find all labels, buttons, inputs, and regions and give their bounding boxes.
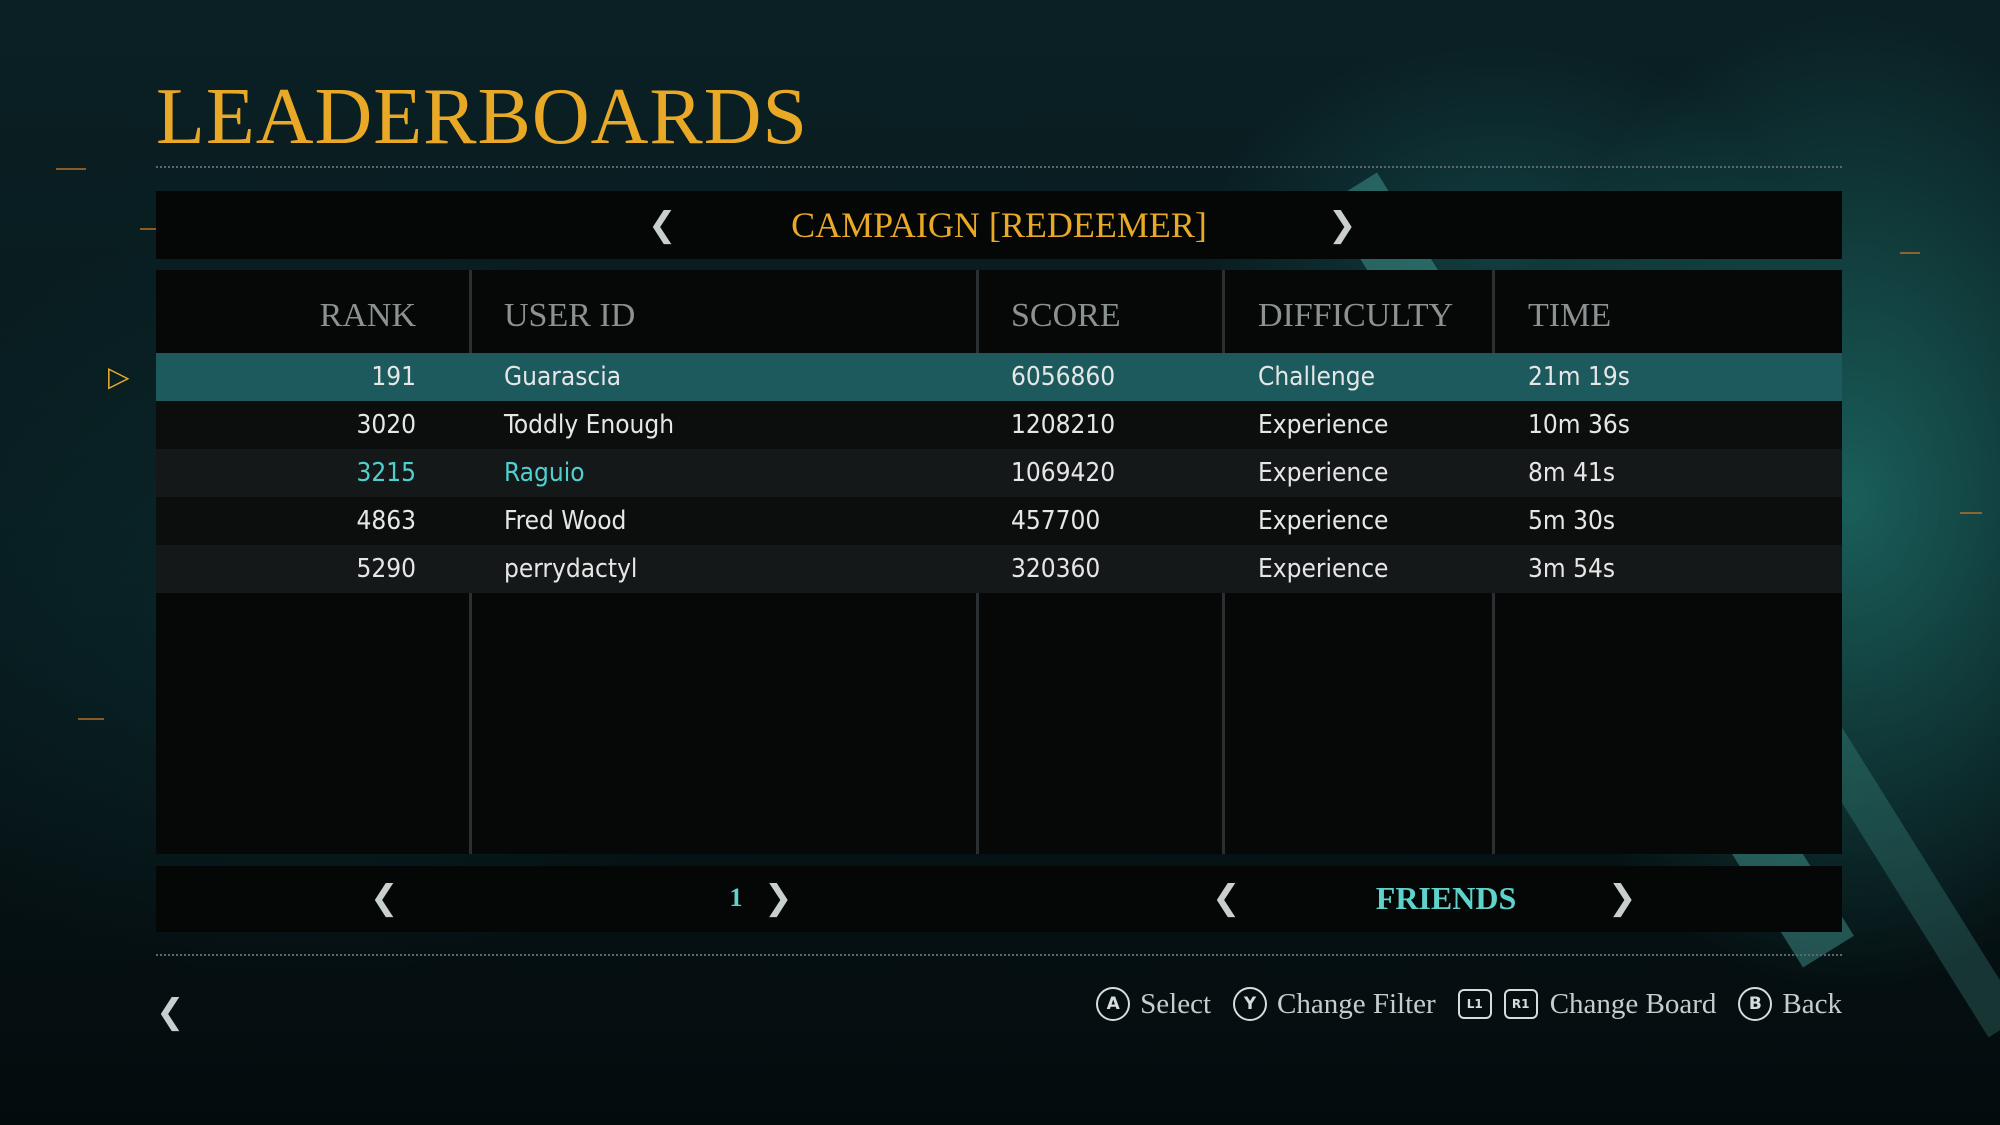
table-row[interactable]: 5290 perrydactyl 320360 Experience 3m 54…: [156, 545, 1842, 593]
r1-button-icon: R1: [1503, 989, 1538, 1019]
column-header-difficulty: DIFFICULTY: [1258, 297, 1454, 334]
rank-cell: 3215: [356, 458, 416, 488]
selection-pointer-icon: ▷: [108, 360, 130, 393]
difficulty-cell: Experience: [1258, 458, 1389, 488]
time-cell: 5m 30s: [1528, 506, 1616, 536]
pager-bar: ❮ 1 ❯ ❮ FRIENDS ❯: [156, 866, 1842, 932]
back-prompt[interactable]: B Back: [1738, 986, 1842, 1022]
background-spark: [56, 168, 86, 170]
table-row[interactable]: 4863 Fred Wood 457700 Experience 5m 30s: [156, 497, 1842, 545]
board-selector[interactable]: ❮ CAMPAIGN [REDEEMER] ❯: [156, 191, 1842, 259]
difficulty-cell: Experience: [1258, 506, 1389, 536]
user-id-cell: Guarascia: [504, 362, 622, 392]
difficulty-cell: Experience: [1258, 554, 1389, 584]
change-filter-prompt[interactable]: Y Change Filter: [1233, 986, 1436, 1022]
table-row[interactable]: 191 Guarascia 6056860 Challenge 21m 19s: [156, 353, 1842, 401]
change-board-prompt[interactable]: L1 R1 Change Board: [1457, 986, 1717, 1022]
score-cell: 1069420: [1011, 458, 1116, 488]
time-cell: 21m 19s: [1528, 362, 1630, 392]
filter-next-icon[interactable]: ❯: [1608, 878, 1637, 918]
column-header-user-id: USER ID: [504, 297, 636, 334]
background-spark: [78, 718, 104, 720]
column-header-rank: RANK: [319, 297, 416, 334]
time-cell: 3m 54s: [1528, 554, 1616, 584]
table-row-current-user[interactable]: 3215 Raguio 1069420 Experience 8m 41s: [156, 449, 1842, 497]
chevron-right-icon[interactable]: ❯: [1328, 205, 1357, 245]
divider: [156, 954, 1842, 956]
rank-cell: 3020: [356, 410, 416, 440]
select-prompt[interactable]: A Select: [1096, 986, 1211, 1022]
background-spark: [1900, 252, 1920, 254]
rank-cell: 4863: [356, 506, 416, 536]
b-button-icon: B: [1738, 987, 1773, 1021]
column-header-score: SCORE: [1011, 297, 1121, 334]
page-number: 1: [729, 883, 743, 912]
time-cell: 10m 36s: [1528, 410, 1630, 440]
back-chevron-icon[interactable]: ❮: [156, 992, 185, 1032]
divider: [156, 166, 1842, 168]
score-cell: 320360: [1011, 554, 1101, 584]
a-button-icon: A: [1096, 987, 1131, 1021]
page-title: LEADERBOARDS: [156, 73, 809, 161]
table-row[interactable]: 3020 Toddly Enough 1208210 Experience 10…: [156, 401, 1842, 449]
rank-cell: 191: [371, 362, 416, 392]
user-id-cell: Fred Wood: [504, 506, 627, 536]
score-cell: 6056860: [1011, 362, 1116, 392]
column-header-time: TIME: [1528, 297, 1612, 334]
change-filter-label: Change Filter: [1277, 988, 1436, 1020]
user-id-cell: Raguio: [504, 458, 585, 488]
difficulty-cell: Experience: [1258, 410, 1389, 440]
filter-label: FRIENDS: [1375, 880, 1517, 916]
user-id-cell: perrydactyl: [504, 554, 638, 584]
back-label: Back: [1782, 988, 1842, 1020]
time-cell: 8m 41s: [1528, 458, 1616, 488]
rank-cell: 5290: [356, 554, 416, 584]
score-cell: 1208210: [1011, 410, 1116, 440]
select-label: Select: [1140, 988, 1212, 1020]
leaderboard-table: RANK USER ID SCORE DIFFICULTY TIME 191 G…: [156, 270, 1842, 854]
page-next-icon[interactable]: ❯: [764, 878, 793, 918]
y-button-icon: Y: [1233, 987, 1268, 1021]
l1-button-icon: L1: [1457, 989, 1492, 1019]
user-id-cell: Toddly Enough: [504, 410, 675, 440]
board-name: CAMPAIGN [REDEEMER]: [791, 205, 1207, 245]
button-prompts: A Select Y Change Filter L1 R1 Change Bo…: [1074, 982, 1842, 1026]
difficulty-cell: Challenge: [1258, 362, 1375, 392]
background-spark: [1960, 512, 1982, 514]
score-cell: 457700: [1011, 506, 1101, 536]
change-board-label: Change Board: [1549, 988, 1717, 1020]
page-prev-icon[interactable]: ❮: [370, 878, 399, 918]
filter-prev-icon[interactable]: ❮: [1212, 878, 1241, 918]
